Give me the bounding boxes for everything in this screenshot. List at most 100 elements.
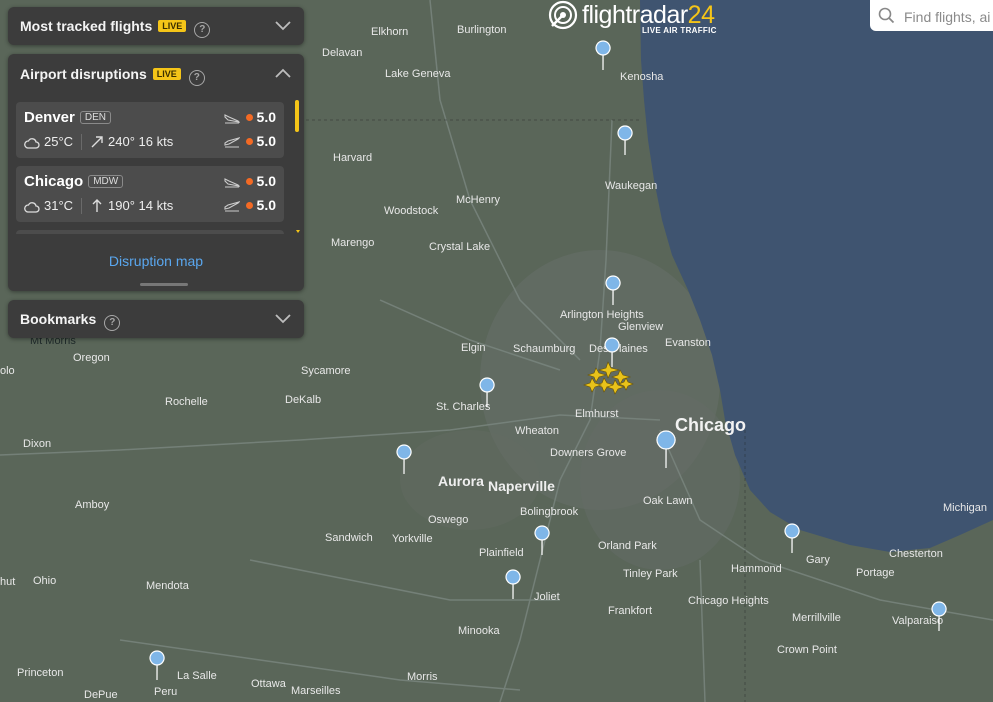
most-tracked-header[interactable]: Most tracked flights LIVE? [8, 7, 304, 45]
map-label-olo: olo [0, 365, 15, 377]
bookmarks-title-row: Bookmarks? [20, 311, 121, 331]
airport-city-row: Denver DEN [24, 109, 111, 126]
map-label-chesterton: Chesterton [889, 548, 943, 560]
wind: 190° 14 kts [108, 198, 174, 213]
map-label-mendota: Mendota [146, 580, 190, 592]
map-label-naperville: Naperville [488, 478, 555, 494]
scrollbar-thumb[interactable] [295, 100, 299, 132]
map-label-frankfort: Frankfort [608, 605, 652, 617]
search-icon [878, 7, 895, 24]
map-label-bolingbrook: Bolingbrook [520, 506, 579, 518]
flightradar24-logo[interactable]: flightradar24 LIVE AIR TRAFFIC [548, 0, 718, 40]
departures-value: 5.0 [256, 133, 276, 149]
airport-card-den[interactable]: Denver DEN 25°C 240° 16 kts 5.0 5.0 [16, 102, 284, 158]
map-label-oak-lawn: Oak Lawn [643, 495, 693, 507]
map-label-amboy: Amboy [75, 499, 110, 511]
chevron-up-icon[interactable] [274, 67, 292, 79]
map-label-minooka: Minooka [458, 625, 500, 637]
scroll-down-arrow[interactable] [296, 230, 300, 233]
map-label-ottawa: Ottawa [251, 678, 287, 690]
airport-code: MDW [88, 175, 124, 188]
map-label-glenview: Glenview [618, 321, 663, 333]
map-label-arlington-heights: Arlington Heights [560, 309, 644, 321]
map-label-orland-park: Orland Park [598, 540, 657, 552]
departures-index: 5.0 [223, 133, 276, 149]
airport-card-next[interactable] [16, 230, 284, 234]
map-label-gary: Gary [806, 554, 830, 566]
map-label-yorkville: Yorkville [392, 533, 433, 545]
live-badge: LIVE [152, 68, 181, 80]
map-label-burlington: Burlington [457, 24, 507, 36]
chevron-down-icon[interactable] [274, 20, 292, 32]
airport-city-row: Chicago MDW [24, 173, 124, 190]
weather-row: 31°C 190° 14 kts [24, 198, 173, 214]
map-label-valparaiso: Valparaiso [892, 615, 943, 627]
arrivals-value: 5.0 [256, 109, 276, 125]
disruptions-title: Airport disruptions [20, 66, 147, 82]
logo-tagline: LIVE AIR TRAFFIC [642, 26, 717, 35]
cloud-icon [24, 138, 40, 149]
map-label-woodstock: Woodstock [384, 205, 439, 217]
map-label-portage: Portage [856, 567, 895, 579]
airport-city: Denver [24, 109, 75, 126]
chevron-down-icon[interactable] [274, 313, 292, 325]
most-tracked-title-row: Most tracked flights LIVE? [20, 18, 211, 38]
search-box[interactable] [870, 0, 993, 31]
help-icon[interactable]: ? [194, 22, 211, 38]
map-label-mchenry: McHenry [456, 194, 501, 206]
wind: 240° 16 kts [108, 134, 174, 149]
map-label-princeton: Princeton [17, 667, 63, 679]
map-label-schaumburg: Schaumburg [513, 343, 575, 355]
plane-landing-icon [223, 114, 241, 124]
help-icon[interactable]: ? [188, 70, 205, 86]
map-label-elgin: Elgin [461, 342, 485, 354]
map-label-sandwich: Sandwich [325, 532, 373, 544]
search-input[interactable] [902, 6, 993, 28]
map-label-marengo: Marengo [331, 237, 374, 249]
bookmarks-panel: Bookmarks? [8, 300, 304, 338]
temperature: 31°C [44, 198, 74, 213]
arrivals-value: 5.0 [256, 173, 276, 189]
map-label-elmhurst: Elmhurst [575, 408, 618, 420]
map-label-joliet: Joliet [534, 591, 560, 603]
map-label-depue: DePue [84, 689, 118, 701]
map-label-michigan: Michigan [943, 502, 987, 514]
weather-row: 25°C 240° 16 kts [24, 134, 173, 150]
map-label-sycamore: Sycamore [301, 365, 351, 377]
bookmarks-header[interactable]: Bookmarks? [8, 300, 304, 338]
map-label-oswego: Oswego [428, 514, 468, 526]
map-label-evanston: Evanston [665, 337, 711, 349]
cloud-icon [24, 202, 40, 213]
radar-logo-icon [548, 0, 578, 30]
most-tracked-title: Most tracked flights [20, 18, 153, 34]
map-label-wheaton: Wheaton [515, 425, 559, 437]
map-label-elkhorn: Elkhorn [371, 26, 408, 38]
departures-value: 5.0 [256, 197, 276, 213]
card-list-scrollbar[interactable] [295, 100, 300, 234]
temperature: 25°C [44, 134, 74, 149]
airport-card-mdw[interactable]: Chicago MDW 31°C 190° 14 kts 5.0 5.0 [16, 166, 284, 222]
airport-city: Chicago [24, 173, 84, 190]
map-label-hammond: Hammond [731, 563, 782, 575]
disruption-map-link[interactable]: Disruption map [8, 253, 304, 269]
help-icon[interactable]: ? [104, 315, 121, 331]
panel-resize-handle[interactable] [140, 283, 188, 286]
wind-direction-icon [92, 199, 102, 212]
map-label-chicago: Chicago [675, 415, 746, 435]
map-label-marseilles: Marseilles [291, 685, 341, 697]
map-label-harvard: Harvard [333, 152, 372, 164]
disruptions-title-row: Airport disruptions LIVE? [20, 66, 205, 86]
plane-takeoff-icon [223, 200, 241, 212]
disruptions-header[interactable]: Airport disruptions LIVE? [8, 54, 304, 94]
map-label-rochelle: Rochelle [165, 396, 208, 408]
live-badge: LIVE [158, 20, 187, 32]
map-label-merrillville: Merrillville [792, 612, 841, 624]
airport-disruptions-panel: Airport disruptions LIVE? Denver DEN 25°C 2… [8, 54, 304, 291]
map-label-plainfield: Plainfield [479, 547, 524, 559]
map-label-chicago-heights: Chicago Heights [688, 595, 769, 607]
map-label-crown-point: Crown Point [777, 644, 837, 656]
map-label-crystal-lake: Crystal Lake [429, 241, 490, 253]
map-label-kenosha: Kenosha [620, 71, 664, 83]
map-label-ohio: Ohio [33, 575, 56, 587]
map-label-oregon: Oregon [73, 352, 110, 364]
